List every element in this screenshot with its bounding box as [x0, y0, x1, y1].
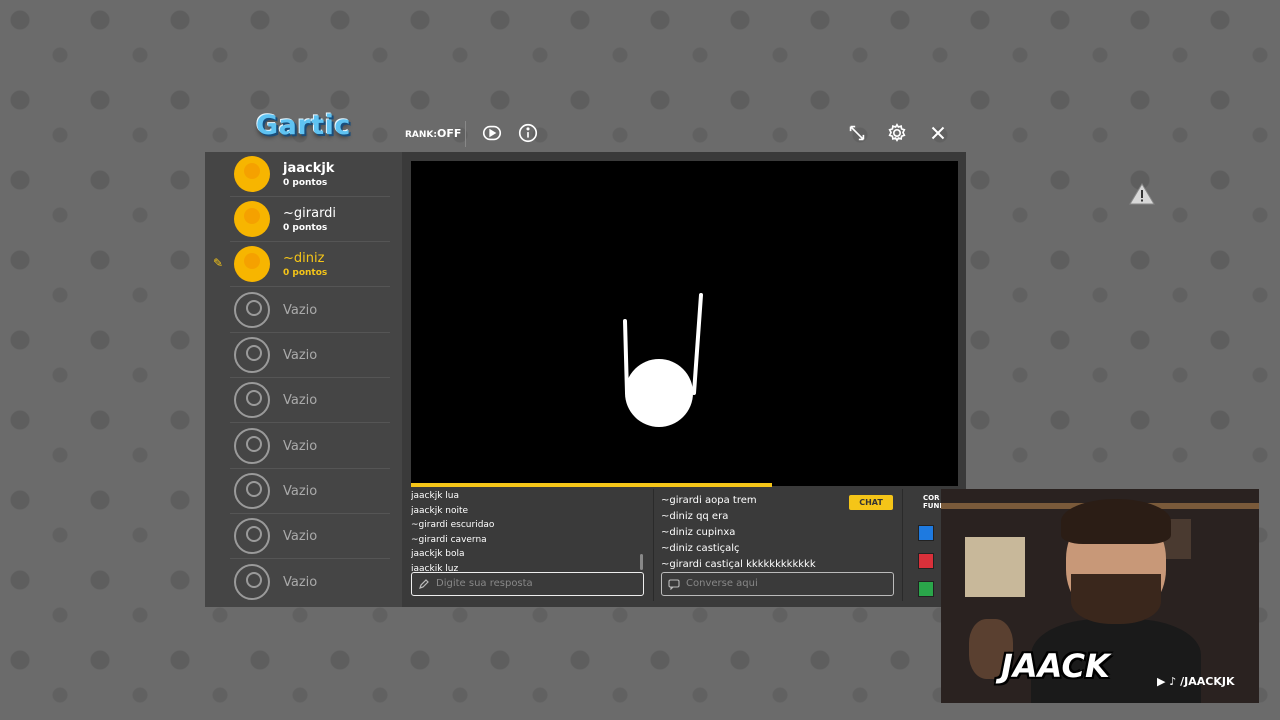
chat-placeholder: Converse aqui: [686, 578, 758, 589]
info-icon[interactable]: [517, 122, 539, 144]
empty-avatar: [234, 518, 270, 554]
answer-history: jaackjk lua jaackjk noite ~girardi escur…: [411, 489, 647, 571]
divider: [902, 489, 903, 601]
empty-avatar: [234, 292, 270, 328]
rank-label: RANK:: [405, 130, 438, 140]
webcam-beard: [1071, 574, 1161, 624]
chat-message: ~diniz qq era: [661, 511, 729, 522]
empty-slot-label: Vazio: [283, 529, 318, 544]
chat-input[interactable]: Converse aqui: [661, 572, 894, 596]
drawing-canvas[interactable]: [411, 161, 1155, 486]
avatar: [234, 201, 270, 237]
answer-placeholder: Digite sua resposta: [436, 578, 533, 589]
chat-tab[interactable]: CHAT: [849, 495, 893, 510]
empty-slot-label: Vazio: [283, 439, 318, 454]
empty-avatar: [234, 382, 270, 418]
player-slot: Vazio: [230, 424, 390, 469]
pencil-icon: [419, 579, 429, 589]
answer-item: ~girardi escuridao: [411, 520, 495, 530]
chat-message: ~girardi castiçal kkkkkkkkkkkk: [661, 559, 816, 570]
report-warning-icon[interactable]: [1129, 182, 1155, 206]
empty-slot-label: Vazio: [283, 484, 318, 499]
gear-icon[interactable]: [886, 122, 908, 144]
empty-slot-label: Vazio: [283, 303, 318, 318]
empty-avatar: [234, 337, 270, 373]
player-points: 0 pontos: [283, 223, 328, 233]
player-slot: Vazio: [230, 378, 390, 423]
answer-item: jaackjk lua: [411, 491, 460, 501]
empty-avatar: [234, 428, 270, 464]
player-name: ~girardi: [283, 206, 337, 221]
player-slot: Vazio: [230, 469, 390, 514]
player-slot[interactable]: jaackjk 0 pontos: [230, 152, 390, 197]
webcam-books: [965, 537, 1025, 597]
answer-item: jaackjk luz: [411, 563, 459, 572]
answer-item: jaackjk noite: [411, 505, 469, 516]
player-slot[interactable]: ~girardi 0 pontos: [230, 197, 390, 242]
answers-scrollbar[interactable]: [640, 554, 643, 570]
streamer-webcam: JAACK ▶ ♪ /JAACKJK: [941, 489, 1259, 703]
empty-slot-label: Vazio: [283, 348, 318, 363]
player-slot: Vazio: [230, 288, 390, 333]
color-swatch-blue[interactable]: [918, 525, 934, 541]
player-list: jaackjk 0 pontos ~girardi 0 pontos ✎ ~di…: [205, 152, 402, 607]
drawing: [623, 293, 703, 427]
empty-avatar: [234, 473, 270, 509]
turn-timer-bar: [411, 483, 772, 487]
answer-input[interactable]: Digite sua resposta: [411, 572, 644, 596]
player-slot: Vazio: [230, 333, 390, 378]
chat-message: ~diniz castiçalç: [661, 543, 740, 554]
player-slot[interactable]: ✎ ~diniz 0 pontos: [213, 242, 390, 287]
streamer-logo: JAACK: [1001, 647, 1110, 685]
color-swatch-red[interactable]: [918, 553, 934, 569]
color-swatch-green[interactable]: [918, 581, 934, 597]
answer-item: ~girardi caverna: [411, 534, 487, 545]
empty-slot-label: Vazio: [283, 393, 318, 408]
game-panel: jaackjk 0 pontos ~girardi 0 pontos ✎ ~di…: [205, 152, 1155, 607]
answer-item: jaackjk bola: [411, 549, 465, 559]
gartic-logo: Gartic: [256, 110, 351, 141]
player-name: ~diniz: [283, 251, 325, 266]
player-slot: Vazio: [230, 514, 390, 559]
rank-value: OFF: [437, 127, 462, 140]
player-points: 0 pontos: [283, 268, 328, 278]
chat-message: ~diniz cupinxa: [661, 527, 736, 538]
expand-icon[interactable]: [846, 122, 868, 144]
close-icon[interactable]: [927, 122, 949, 144]
header-divider: [465, 121, 466, 147]
empty-avatar: [234, 564, 270, 600]
player-slot: Vazio: [230, 560, 390, 604]
divider: [653, 489, 654, 601]
webcam-hair: [1061, 499, 1171, 544]
avatar: [234, 156, 270, 192]
drawing-pencil-icon: ✎: [213, 256, 224, 270]
player-name: jaackjk: [283, 161, 335, 176]
player-points: 0 pontos: [283, 178, 328, 188]
chat-bubble-icon: [668, 579, 680, 590]
avatar: [234, 246, 270, 282]
play-circle-icon[interactable]: [481, 122, 503, 144]
streamer-handle: ▶ ♪ /JAACKJK: [1157, 675, 1235, 688]
empty-slot-label: Vazio: [283, 575, 318, 590]
rank-status: RANK:OFF: [405, 127, 461, 140]
